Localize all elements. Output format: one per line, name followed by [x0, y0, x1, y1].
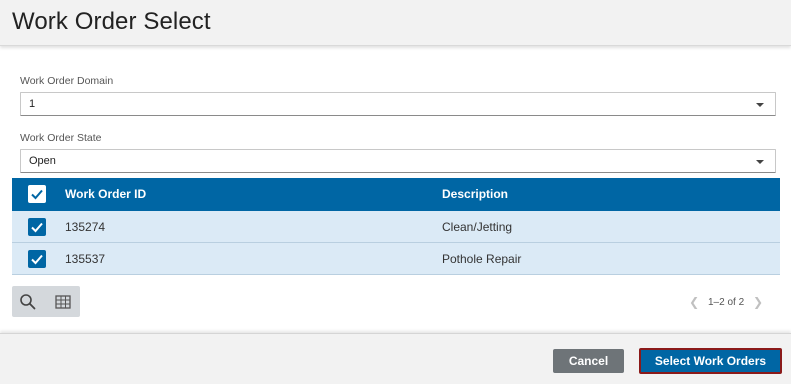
- description-cell: Clean/Jetting: [442, 220, 513, 234]
- row-checkbox[interactable]: [28, 218, 46, 236]
- pagination-range: 1–2 of 2: [708, 296, 745, 308]
- checkmark-icon: [31, 222, 43, 233]
- chevron-down-icon: [756, 103, 764, 107]
- page-title: Work Order Select: [12, 8, 211, 35]
- chevron-right-icon[interactable]: ❯: [753, 295, 763, 309]
- work-order-table: Work Order ID Description 135274 Clean/J…: [12, 178, 780, 275]
- checkmark-icon: [31, 189, 43, 200]
- pagination: ❮ 1–2 of 2 ❯: [683, 295, 769, 309]
- row-checkbox[interactable]: [28, 250, 46, 268]
- select-all-checkbox[interactable]: [28, 185, 46, 203]
- search-button[interactable]: [18, 292, 38, 312]
- work-order-id-cell: 135537: [65, 252, 106, 266]
- chevron-left-icon[interactable]: ❮: [689, 295, 699, 309]
- work-order-domain-select[interactable]: 1: [20, 92, 776, 116]
- table-row[interactable]: 135274 Clean/Jetting: [12, 211, 780, 243]
- table-header: Work Order ID Description: [12, 178, 780, 211]
- work-order-state-select[interactable]: Open: [20, 149, 776, 173]
- table-toolbar: [12, 286, 80, 317]
- cancel-button[interactable]: Cancel: [553, 349, 624, 373]
- work-order-id-cell: 135274: [65, 220, 106, 234]
- dialog-footer: Cancel Select Work Orders: [0, 333, 791, 384]
- checkmark-icon: [31, 254, 43, 265]
- work-order-state-value: Open: [29, 155, 56, 167]
- select-work-orders-button[interactable]: Select Work Orders: [639, 348, 782, 374]
- work-order-state-label: Work Order State: [20, 132, 102, 144]
- description-cell: Pothole Repair: [442, 252, 522, 266]
- work-order-domain-label: Work Order Domain: [20, 75, 114, 87]
- dialog-header: Work Order Select: [0, 0, 791, 46]
- search-icon: [20, 294, 36, 310]
- column-header-work-order-id[interactable]: Work Order ID: [65, 187, 146, 201]
- table-row[interactable]: 135537 Pothole Repair: [12, 243, 780, 275]
- chevron-down-icon: [756, 160, 764, 164]
- table-icon: [55, 295, 71, 309]
- column-header-description[interactable]: Description: [442, 187, 508, 201]
- work-order-domain-value: 1: [29, 98, 36, 110]
- columns-button[interactable]: [53, 292, 73, 312]
